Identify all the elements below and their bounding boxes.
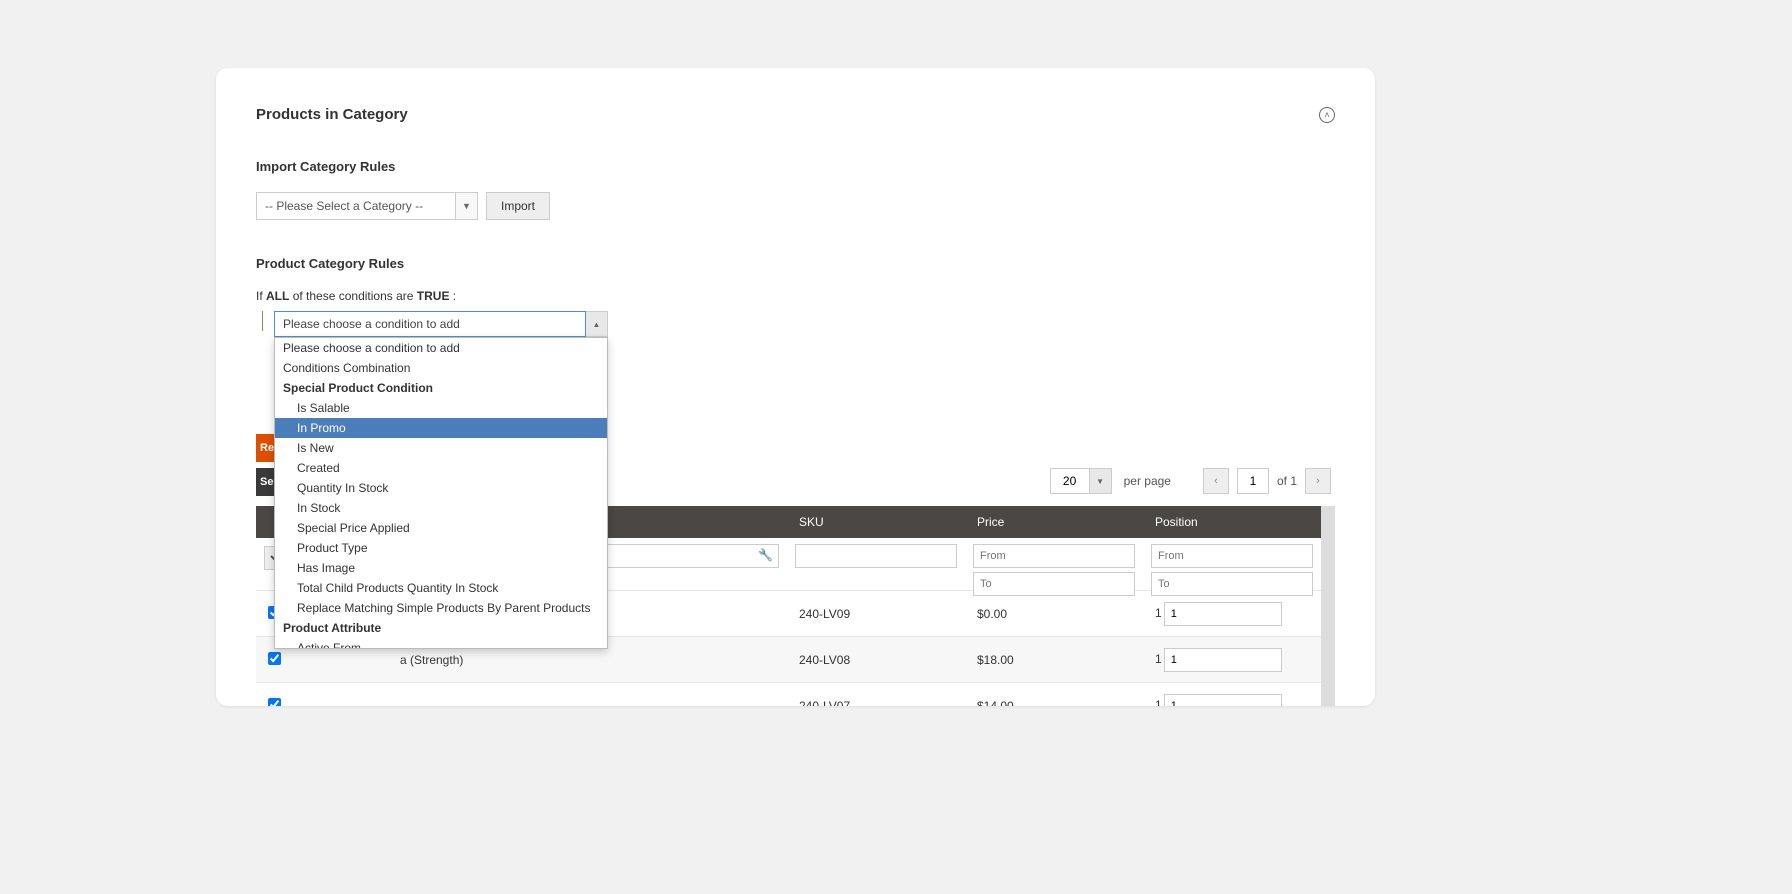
row-price: $0.00 (965, 607, 1143, 621)
condition-dropdown[interactable]: Please choose a condition to addConditio… (274, 337, 608, 649)
dropdown-option[interactable]: Is New (275, 438, 607, 458)
row-position-input[interactable] (1164, 648, 1282, 672)
products-in-category-panel: Products in Category ˄ Import Category R… (216, 68, 1375, 706)
row-name: a (Strength) (388, 653, 787, 667)
panel-title: Products in Category (256, 106, 408, 123)
row-position-input[interactable] (1164, 694, 1282, 707)
filter-sku-input[interactable] (795, 544, 957, 568)
tree-line (262, 311, 263, 331)
table-row[interactable]: 240-LV07$14.001 (256, 682, 1321, 706)
dropdown-option[interactable]: Total Child Products Quantity In Stock (275, 578, 607, 598)
dropdown-option: Product Attribute (275, 618, 607, 638)
row-checkbox[interactable] (268, 698, 281, 707)
cond-all-link[interactable]: ALL (266, 289, 289, 303)
page-number-input[interactable] (1237, 468, 1269, 494)
row-sku: 240-LV07 (787, 699, 965, 707)
per-page-label: per page (1124, 474, 1171, 488)
row-price: $14.00 (965, 699, 1143, 707)
col-position[interactable]: Position (1143, 515, 1321, 529)
condition-sentence: If ALL of these conditions are TRUE : (256, 289, 1335, 303)
filter-price-to[interactable] (973, 572, 1135, 596)
next-page-button[interactable]: › (1305, 468, 1331, 494)
page-size-toggle[interactable]: ▼ (1090, 468, 1112, 494)
product-rules-label: Product Category Rules (256, 256, 1335, 271)
condition-builder: ▲ Please choose a condition to addCondit… (256, 311, 1335, 337)
col-price[interactable]: Price (965, 515, 1143, 529)
import-button[interactable]: Import (486, 192, 550, 220)
row-checkbox[interactable] (268, 652, 281, 665)
category-select[interactable]: -- Please Select a Category -- (256, 192, 456, 220)
page-size[interactable]: 20 (1050, 468, 1090, 494)
category-select-toggle[interactable]: ▼ (456, 192, 478, 220)
dropdown-option[interactable]: Active From (275, 638, 607, 649)
condition-select-input[interactable] (274, 311, 586, 337)
dropdown-option[interactable]: Created (275, 458, 607, 478)
import-row: -- Please Select a Category -- ▼ Import (256, 192, 1335, 220)
col-sku[interactable]: SKU (787, 515, 965, 529)
dropdown-option[interactable]: In Promo (275, 418, 607, 438)
dropdown-option[interactable]: Please choose a condition to add (275, 338, 607, 358)
dropdown-option[interactable]: Conditions Combination (275, 358, 607, 378)
cond-prefix: If (256, 289, 263, 303)
condition-select-toggle[interactable]: ▲ (586, 311, 608, 337)
dropdown-option[interactable]: Replace Matching Simple Products By Pare… (275, 598, 607, 618)
filter-position-from[interactable] (1151, 544, 1313, 568)
filter-price-from[interactable] (973, 544, 1135, 568)
row-price: $18.00 (965, 653, 1143, 667)
dropdown-option[interactable]: Quantity In Stock (275, 478, 607, 498)
row-sku: 240-LV08 (787, 653, 965, 667)
dropdown-option[interactable]: Special Price Applied (275, 518, 607, 538)
import-rules-label: Import Category Rules (256, 159, 1335, 174)
row-position-input[interactable] (1164, 602, 1282, 626)
prev-page-button[interactable]: ‹ (1203, 468, 1229, 494)
cond-mid: of these conditions are (293, 289, 414, 303)
dropdown-option[interactable]: In Stock (275, 498, 607, 518)
cond-suffix: : (453, 289, 456, 303)
row-sku: 240-LV09 (787, 607, 965, 621)
dropdown-option[interactable]: Is Salable (275, 398, 607, 418)
page-total-label: of 1 (1277, 474, 1297, 488)
collapse-icon[interactable]: ˄ (1319, 107, 1335, 123)
cond-true-link[interactable]: TRUE (417, 289, 450, 303)
dropdown-option[interactable]: Product Type (275, 538, 607, 558)
filter-position-to[interactable] (1151, 572, 1313, 596)
dropdown-option: Special Product Condition (275, 378, 607, 398)
pager: 20 ▼ per page ‹ of 1 › (1050, 468, 1331, 494)
wrench-icon[interactable]: 🔧 (758, 548, 773, 562)
dropdown-option[interactable]: Has Image (275, 558, 607, 578)
